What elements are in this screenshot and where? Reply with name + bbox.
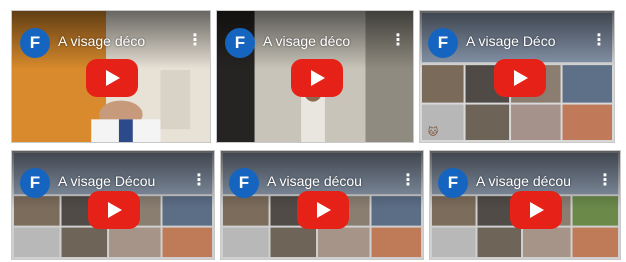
more-vert-icon[interactable]: ⋮ [400, 171, 416, 191]
more-vert-icon[interactable]: ⋮ [191, 171, 207, 191]
play-button-icon[interactable] [291, 59, 343, 97]
channel-avatar[interactable]: F [229, 168, 259, 198]
channel-initial: F [29, 173, 41, 192]
more-vert-icon[interactable]: ⋮ [597, 171, 613, 191]
more-vert-icon[interactable]: ⋮ [591, 31, 607, 51]
video-title[interactable]: A visage déco [58, 33, 180, 49]
play-button-icon[interactable] [494, 59, 546, 97]
video-grid: F A visage déco ⋮ F A visage déco ⋮ 🐱 F … [0, 0, 626, 262]
channel-initial: F [437, 33, 449, 52]
channel-avatar[interactable]: F [20, 28, 50, 58]
play-button-icon[interactable] [86, 59, 138, 97]
video-title[interactable]: A visage décou [267, 173, 393, 189]
channel-initial: F [238, 173, 250, 192]
channel-avatar[interactable]: F [20, 168, 50, 198]
channel-initial: F [234, 33, 246, 52]
video-card[interactable]: F A visage décou ⋮ [429, 150, 621, 260]
video-title[interactable]: A visage décou [476, 173, 590, 189]
video-title[interactable]: A visage Décou [58, 173, 184, 189]
channel-initial: F [447, 173, 459, 192]
play-button-icon[interactable] [297, 191, 349, 229]
more-vert-icon[interactable]: ⋮ [187, 31, 203, 51]
video-card[interactable]: F A visage déco ⋮ [11, 10, 211, 143]
play-button-icon[interactable] [88, 191, 140, 229]
channel-avatar[interactable]: F [225, 28, 255, 58]
play-button-icon[interactable] [510, 191, 562, 229]
more-vert-icon[interactable]: ⋮ [390, 31, 406, 51]
channel-initial: F [29, 33, 41, 52]
video-title[interactable]: A visage Déco [466, 33, 584, 49]
video-card[interactable]: 🐱 F A visage Déco ⋮ [419, 10, 615, 143]
video-card[interactable]: F A visage déco ⋮ [216, 10, 414, 143]
svg-text:🐱: 🐱 [428, 126, 439, 138]
channel-avatar[interactable]: F [428, 28, 458, 58]
video-card[interactable]: F A visage Décou ⋮ [11, 150, 215, 260]
video-title[interactable]: A visage déco [263, 33, 383, 49]
channel-avatar[interactable]: F [438, 168, 468, 198]
video-card[interactable]: F A visage décou ⋮ [220, 150, 424, 260]
